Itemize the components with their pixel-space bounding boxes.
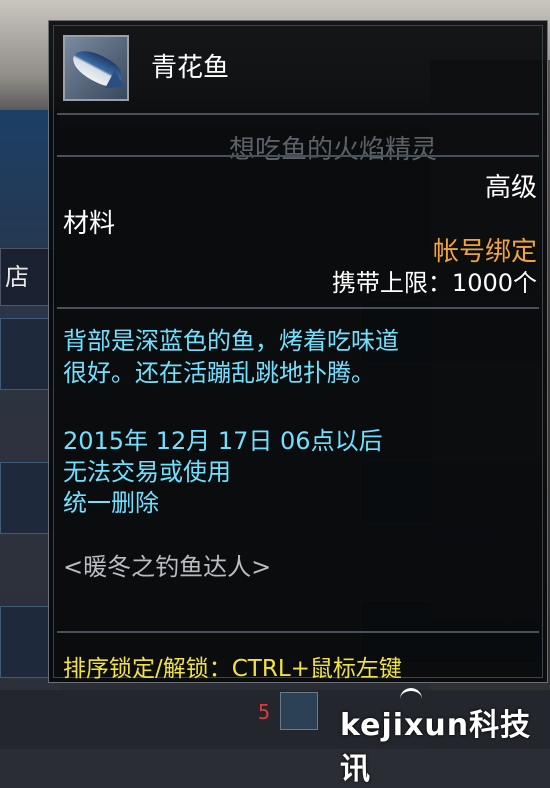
stack-count: 5 <box>258 700 271 724</box>
expiry-date: 2015年 12月 17日 06点以后 <box>63 427 383 455</box>
expiry-restriction: 无法交易或使用 <box>63 458 231 486</box>
expiry-action: 统一删除 <box>63 489 159 517</box>
npc-name-overlay: 想吃鱼的火焰精灵 <box>229 135 438 165</box>
carry-limit: 携带上限：1000个 <box>331 269 537 297</box>
item-grade: 高级 <box>484 173 537 203</box>
fish-slot-icon[interactable] <box>280 692 318 730</box>
divider <box>57 113 539 115</box>
left-item-slot[interactable] <box>0 462 54 534</box>
left-item-slot[interactable] <box>0 318 54 390</box>
divider <box>57 307 539 309</box>
description-line: 很好。还在活蹦乱跳地扑腾。 <box>63 359 375 387</box>
item-description: 背部是深蓝色的鱼，烤着吃味道 很好。还在活蹦乱跳地扑腾。 <box>63 325 533 389</box>
left-item-slot[interactable] <box>0 606 54 678</box>
description-line: 背部是深蓝色的鱼，烤着吃味道 <box>63 327 399 355</box>
item-name: 青花鱼 <box>151 53 230 83</box>
item-type: 材料 <box>63 209 116 239</box>
item-tooltip: 青花鱼 想吃鱼的火焰精灵 高级 材料 帐号绑定 携带上限：1000个 背部是深蓝… <box>48 20 548 683</box>
sort-lock-hint: 排序锁定/解锁：CTRL+鼠标左键 <box>63 656 402 682</box>
divider <box>57 155 539 157</box>
divider <box>57 631 539 633</box>
blue-fish-icon <box>63 35 129 101</box>
watermark-logo: kejixun科技讯 <box>340 708 532 787</box>
item-source: <暖冬之钓鱼达人> <box>63 553 272 581</box>
expiry-info: 2015年 12月 17日 06点以后 无法交易或使用 统一删除 <box>63 426 383 519</box>
